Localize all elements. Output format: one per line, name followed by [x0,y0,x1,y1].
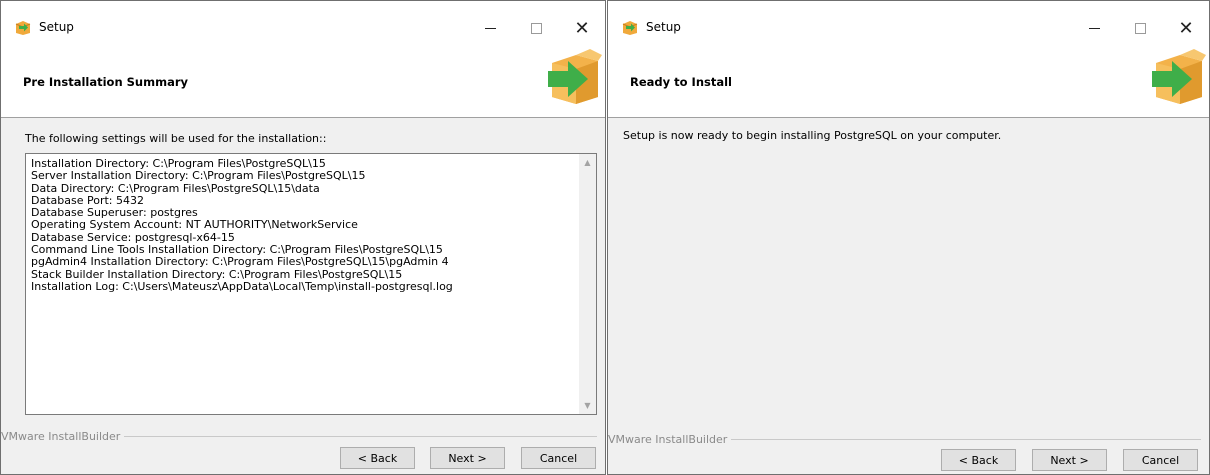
setup-box-icon [15,21,31,35]
setup-box-icon [622,21,638,35]
brand-label: VMware InstallBuilder [608,432,728,446]
header-band: Ready to Install [608,49,1209,118]
title-bar[interactable]: Setup ✕ [608,1,1209,53]
back-button[interactable]: < Back [340,447,415,469]
next-button[interactable]: Next > [1032,449,1107,471]
summary-line: Installation Log: C:\Users\Mateusz\AppDa… [31,279,453,293]
window-title: Setup [646,20,681,34]
brand-label: VMware InstallBuilder [1,429,121,443]
brand-row: VMware InstallBuilder [608,432,1201,446]
next-button[interactable]: Next > [430,447,505,469]
brand-divider [731,438,1201,440]
minimize-icon [484,27,496,29]
summary-line: Operating System Account: NT AUTHORITY\N… [31,218,358,232]
brand-divider [124,435,597,437]
close-icon: ✕ [574,17,590,39]
back-button[interactable]: < Back [941,449,1016,471]
summary-lines: Installation Directory: C:\Program Files… [31,157,576,293]
title-bar[interactable]: Setup ✕ [1,1,605,53]
close-button[interactable]: ✕ [559,13,605,43]
intro-text: The following settings will be used for … [25,132,327,145]
header-band: Pre Installation Summary [1,49,605,118]
close-icon: ✕ [1178,17,1194,39]
minimize-button[interactable] [1071,13,1117,43]
page-title: Pre Installation Summary [23,75,189,89]
maximize-icon [1134,22,1146,34]
box-arrow-icon [1152,49,1206,104]
box-arrow-icon [548,49,602,104]
maximize-icon [530,22,542,34]
minimize-icon [1088,27,1100,29]
cancel-button[interactable]: Cancel [521,447,596,469]
ready-message: Setup is now ready to begin installing P… [623,129,1002,142]
page-title: Ready to Install [630,75,733,89]
maximize-button[interactable] [513,13,559,43]
setup-window-ready: Setup ✕ Ready to Install Setup is now re… [607,0,1210,475]
vertical-scrollbar[interactable]: ▲ ▼ [579,154,596,414]
close-button[interactable]: ✕ [1163,13,1209,43]
scroll-up-arrow-icon[interactable]: ▲ [579,154,596,171]
setup-window-summary: Setup ✕ Pre Installation Summary The fol… [0,0,606,475]
cancel-button[interactable]: Cancel [1123,449,1198,471]
minimize-button[interactable] [467,13,513,43]
summary-line: Server Installation Directory: C:\Progra… [31,169,366,183]
summary-textarea[interactable]: Installation Directory: C:\Program Files… [25,153,597,415]
maximize-button[interactable] [1117,13,1163,43]
brand-row: VMware InstallBuilder [1,429,597,443]
summary-line: pgAdmin4 Installation Directory: C:\Prog… [31,255,449,269]
scroll-down-arrow-icon[interactable]: ▼ [579,397,596,414]
window-title: Setup [39,20,74,34]
